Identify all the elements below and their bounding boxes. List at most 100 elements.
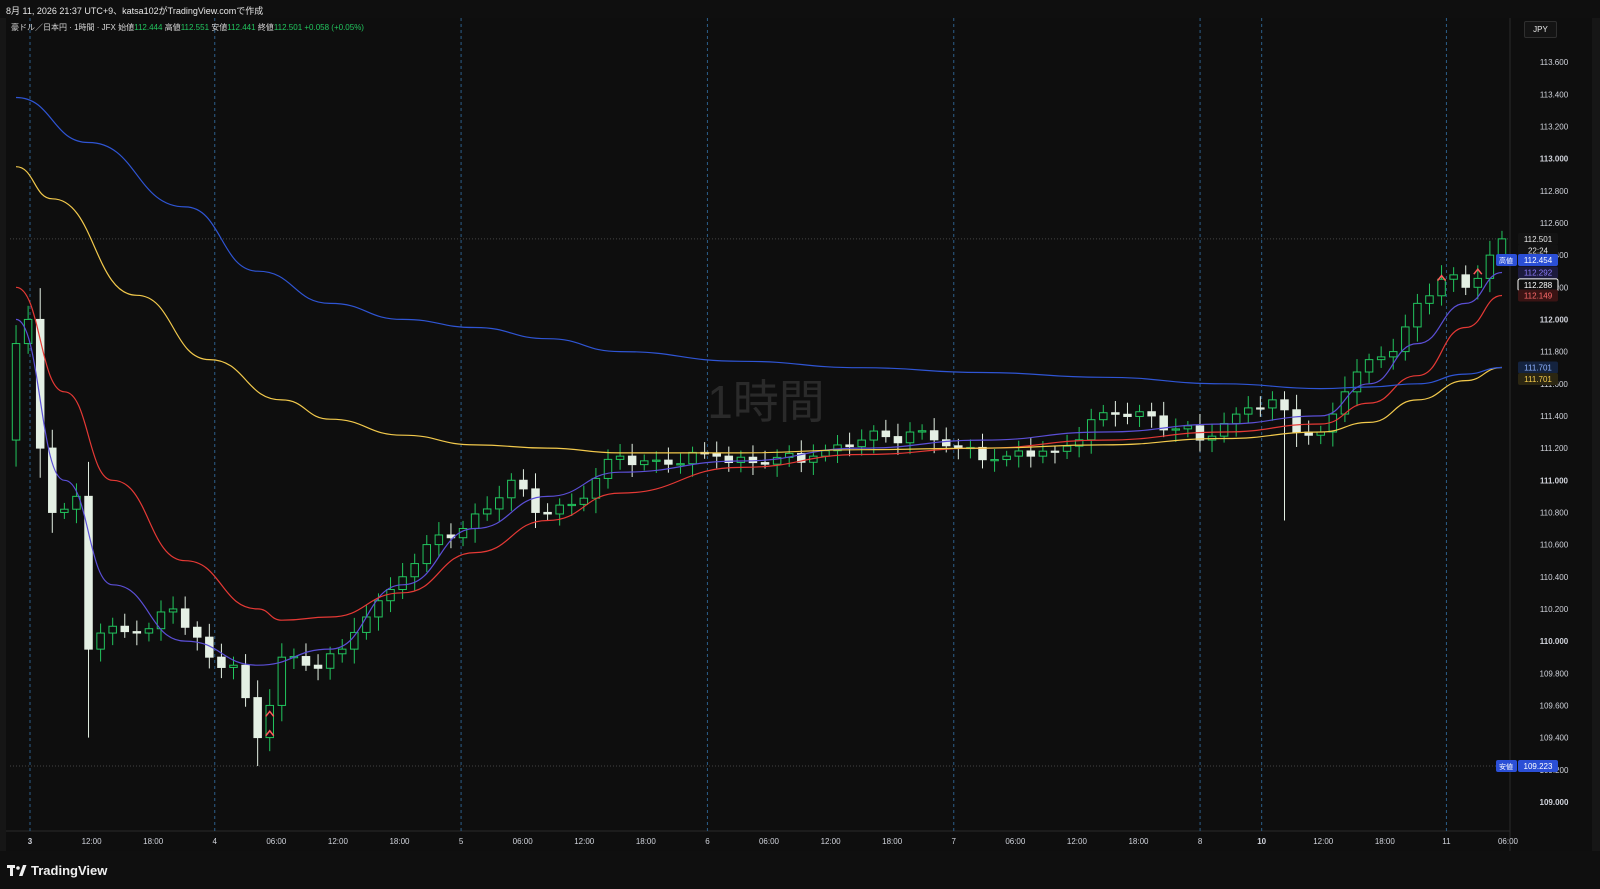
candle-body[interactable] [193, 626, 202, 638]
candle-body[interactable] [374, 600, 383, 618]
candle-body[interactable] [1099, 412, 1108, 421]
candle-body[interactable] [1038, 450, 1048, 457]
candle-body[interactable] [422, 544, 432, 565]
candle-body[interactable] [1364, 359, 1374, 373]
candle-body[interactable] [495, 497, 504, 510]
candle-body[interactable] [929, 430, 939, 441]
candle-body[interactable] [664, 459, 673, 465]
candle-body[interactable] [1026, 450, 1036, 457]
candle-body[interactable] [48, 447, 57, 513]
candle-body[interactable] [96, 632, 105, 650]
candle-body[interactable] [108, 625, 117, 634]
candle-body[interactable] [567, 503, 576, 507]
candle-body[interactable] [362, 616, 371, 633]
candle-body[interactable] [1111, 412, 1120, 415]
candle-body[interactable] [1473, 277, 1483, 288]
candle-body[interactable] [180, 608, 190, 628]
candle-body[interactable] [1268, 399, 1277, 409]
candle-body[interactable] [603, 458, 613, 479]
price-chart[interactable]: 1時間 3 12:00 18:00 4 06:00 12:00 18:00 5 06:00 12:0… [6, 18, 1592, 851]
candle-body[interactable] [543, 511, 552, 515]
candle-body[interactable] [1256, 407, 1265, 410]
candle-body[interactable] [748, 456, 758, 464]
candle-body[interactable] [712, 453, 721, 457]
symbol-title[interactable]: 豪ドル／日本円 · 1時間 · JFX [11, 23, 116, 32]
candle-body[interactable] [990, 459, 999, 462]
candle-body[interactable] [1280, 399, 1289, 411]
candle-body[interactable] [1219, 422, 1229, 437]
brand-logo[interactable]: TradingView [7, 863, 107, 878]
candle-body[interactable] [23, 318, 33, 345]
candle-body[interactable] [652, 459, 661, 462]
candle-body[interactable] [313, 664, 323, 669]
candle-body[interactable] [1425, 295, 1434, 304]
candle-body[interactable] [482, 508, 492, 515]
candle-body[interactable] [579, 497, 589, 505]
candle-body[interactable] [615, 455, 625, 460]
candle-body[interactable] [627, 455, 637, 466]
candle-body[interactable] [1485, 254, 1495, 279]
candle-body[interactable] [857, 439, 866, 448]
candle-body[interactable] [845, 444, 854, 448]
candle-body[interactable] [60, 508, 69, 513]
candle-body[interactable] [1123, 413, 1132, 417]
candle-body[interactable] [434, 534, 444, 546]
candle-body[interactable] [1449, 274, 1458, 280]
candle-body[interactable] [217, 656, 226, 668]
candle-body[interactable] [978, 446, 987, 461]
candle-body[interactable] [531, 488, 540, 513]
candle-body[interactable] [301, 656, 311, 666]
candle-body[interactable] [1002, 455, 1011, 461]
candle-body[interactable] [350, 631, 359, 650]
candle-body[interactable] [229, 664, 238, 668]
candle-body[interactable] [591, 477, 601, 499]
chart-area[interactable]: 1時間 3 12:00 18:00 4 06:00 12:00 18:00 5 06:00 12:0… [6, 18, 1592, 851]
candle-body[interactable] [1461, 274, 1470, 288]
candle-body[interactable] [144, 628, 154, 634]
candle-body[interactable] [1388, 351, 1398, 358]
candle-body[interactable] [1497, 238, 1507, 256]
candle-body[interactable] [917, 430, 927, 433]
candle-body[interactable] [736, 456, 746, 464]
candle-body[interactable] [277, 656, 287, 706]
candle-body[interactable] [905, 431, 915, 444]
candle-body[interactable] [1183, 425, 1193, 430]
candle-body[interactable] [1437, 278, 1446, 297]
candle-body[interactable] [398, 576, 407, 591]
candle-body[interactable] [1062, 445, 1072, 452]
currency-button[interactable]: JPY [1524, 21, 1557, 38]
candle-body[interactable] [241, 664, 250, 699]
candle-body[interactable] [410, 563, 419, 578]
candle-body[interactable] [11, 343, 21, 441]
candle-body[interactable] [386, 589, 395, 602]
candle-body[interactable] [821, 450, 830, 457]
candle-body[interactable] [639, 460, 649, 466]
candle-body[interactable] [869, 430, 879, 441]
candle-body[interactable] [676, 463, 685, 466]
candle-body[interactable] [688, 451, 697, 465]
candle-body[interactable] [470, 513, 480, 530]
candle-body[interactable] [1376, 356, 1386, 361]
candle-body[interactable] [507, 479, 516, 499]
candle-body[interactable] [120, 625, 130, 633]
candle-body[interactable] [132, 631, 142, 634]
candle-body[interactable] [519, 479, 528, 490]
candle-body[interactable] [1135, 411, 1144, 417]
candle-body[interactable] [265, 704, 274, 739]
candle-body[interactable] [893, 436, 903, 444]
candle-body[interactable] [1244, 407, 1253, 415]
candle-body[interactable] [168, 608, 178, 613]
candle-body[interactable] [881, 430, 891, 438]
candle-body[interactable] [1171, 428, 1181, 431]
candle-body[interactable] [1413, 302, 1422, 328]
candle-body[interactable] [1050, 450, 1060, 453]
candle-body[interactable] [555, 504, 564, 515]
candle-body[interactable] [1147, 411, 1156, 417]
candle-body[interactable] [1292, 409, 1301, 433]
candle-body[interactable] [1086, 419, 1096, 441]
candle-body[interactable] [760, 462, 770, 465]
candle-body[interactable] [1014, 450, 1023, 457]
candle-body[interactable] [325, 653, 335, 669]
candle-body[interactable] [337, 648, 347, 655]
candle-body[interactable] [942, 439, 951, 447]
